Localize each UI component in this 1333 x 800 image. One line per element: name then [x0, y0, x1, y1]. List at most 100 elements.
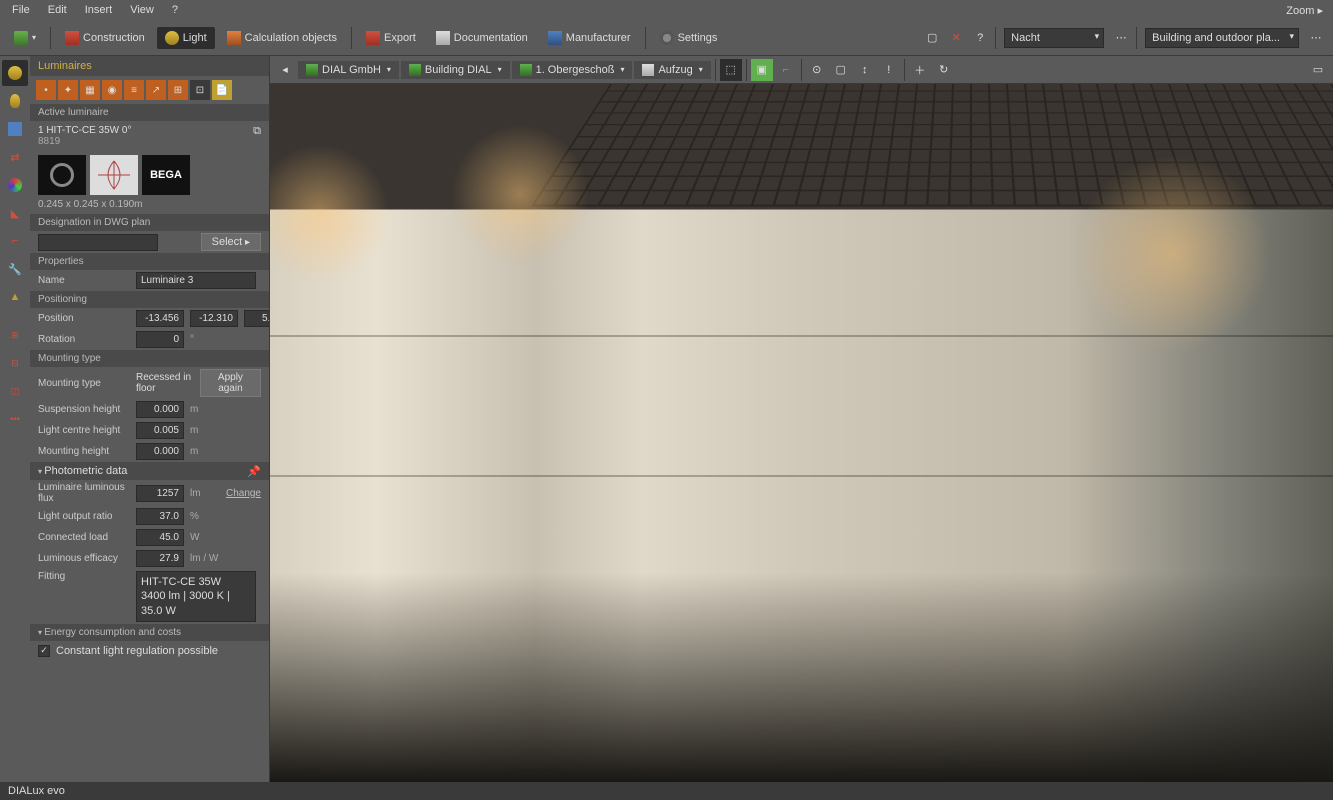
mount-h-label: Mounting height	[38, 446, 130, 457]
positioning-header: Positioning	[30, 291, 269, 308]
view-mode-1[interactable]: ▣	[751, 59, 773, 81]
pos-z-input[interactable]	[244, 310, 269, 327]
rail-lamp[interactable]	[2, 88, 28, 114]
scope-dropdown[interactable]: Building and outdoor pla...	[1145, 28, 1299, 48]
rail-room[interactable]: ⌐	[2, 228, 28, 254]
menu-help[interactable]: ?	[164, 2, 186, 18]
vp-tool-3[interactable]: ↕	[854, 59, 876, 81]
light-icon	[165, 31, 179, 45]
thumb-ldc[interactable]	[90, 155, 138, 195]
active-luminaire-header: Active luminaire	[30, 104, 269, 121]
lt-3[interactable]: ▦	[80, 80, 100, 100]
tab-construction[interactable]: Construction	[57, 27, 153, 49]
tab-calculation[interactable]: Calculation objects	[219, 27, 345, 49]
rail-t2[interactable]: ⊟	[2, 350, 28, 376]
rail-t4[interactable]: •••	[2, 406, 28, 432]
change-link[interactable]: Change	[226, 488, 261, 499]
lt-4[interactable]: ◉	[102, 80, 122, 100]
rail-swap[interactable]: ⇄	[2, 144, 28, 170]
designation-select-button[interactable]: Select ▸	[201, 233, 261, 251]
panel-title: Luminaires	[30, 56, 269, 76]
suspension-input[interactable]	[136, 401, 184, 418]
pos-x-input[interactable]	[136, 310, 184, 327]
menu-edit[interactable]: Edit	[40, 2, 75, 18]
mount-h-input[interactable]	[136, 443, 184, 460]
tab-manufacturer[interactable]: Manufacturer	[540, 27, 639, 49]
pin-icon[interactable]: 📌	[247, 465, 261, 478]
menu-insert[interactable]: Insert	[77, 2, 121, 18]
apply-again-button[interactable]: Apply again	[200, 369, 261, 397]
photometric-header[interactable]: Photometric data 📌	[30, 462, 269, 480]
nav-back[interactable]: ◂	[274, 59, 296, 81]
load-input[interactable]	[136, 529, 184, 546]
energy-header[interactable]: Energy consumption and costs	[30, 624, 269, 641]
tab-documentation[interactable]: Documentation	[428, 27, 536, 49]
zoom-menu[interactable]: Zoom ▸	[1286, 4, 1329, 17]
viewport-wrap: ◂ DIAL GmbH Building DIAL 1. Obergeschoß…	[270, 56, 1333, 782]
view-3d[interactable]: ⬚	[720, 59, 742, 81]
menu-file[interactable]: File	[4, 2, 38, 18]
pos-y-input[interactable]	[190, 310, 238, 327]
viewport-3d[interactable]	[270, 84, 1333, 782]
bulb-icon	[8, 66, 22, 80]
view-mode-2[interactable]: ⌐	[775, 59, 797, 81]
crumb-room[interactable]: Aufzug	[634, 61, 710, 79]
centre-label: Light centre height	[38, 425, 130, 436]
tab-settings[interactable]: Settings	[652, 27, 726, 49]
fitting-dropdown[interactable]: HIT-TC-CE 35W 3400 lm | 3000 K | 35.0 W	[136, 571, 256, 622]
tool-b[interactable]: ?	[969, 27, 991, 49]
vp-tool-4[interactable]: !	[878, 59, 900, 81]
tool-a[interactable]: ▢	[921, 27, 943, 49]
name-input[interactable]	[136, 272, 256, 289]
save-button[interactable]: ▾	[6, 27, 44, 49]
lt-9[interactable]: 📄	[212, 80, 232, 100]
rail-palette[interactable]	[2, 172, 28, 198]
ratio-input[interactable]	[136, 508, 184, 525]
vp-fullscreen[interactable]: ▭	[1307, 59, 1329, 81]
scene-dropdown[interactable]: Nacht	[1004, 28, 1104, 48]
tool-close[interactable]: ✕	[945, 27, 967, 49]
vp-tool-2[interactable]: ▢	[830, 59, 852, 81]
luminaire-thumbs: BEGA	[30, 151, 269, 199]
rail-luminaire[interactable]	[2, 60, 28, 86]
scope-extra[interactable]: ⋯	[1305, 27, 1327, 49]
fitting-label: Fitting	[38, 571, 130, 582]
rail-t3[interactable]: ◫	[2, 378, 28, 404]
flux-input[interactable]	[136, 485, 184, 502]
vp-add[interactable]: ＋	[909, 59, 931, 81]
rail-t1[interactable]: ⊞	[2, 322, 28, 348]
rail-wrench[interactable]: 🔧	[2, 256, 28, 282]
crumb-site[interactable]: DIAL GmbH	[298, 61, 399, 79]
thumb-product[interactable]	[38, 155, 86, 195]
properties-header: Properties	[30, 253, 269, 270]
manufacturer-icon	[548, 31, 562, 45]
menu-view[interactable]: View	[122, 2, 162, 18]
vp-refresh[interactable]: ↻	[933, 59, 955, 81]
vp-tool-1[interactable]: ⊙	[806, 59, 828, 81]
rotation-input[interactable]	[136, 331, 184, 348]
crumb-building[interactable]: Building DIAL	[401, 61, 510, 79]
rail-chart[interactable]: ◣	[2, 200, 28, 226]
main-toolbar: ▾ Construction Light Calculation objects…	[0, 20, 1333, 56]
lt-2[interactable]: ✦	[58, 80, 78, 100]
storey-icon	[520, 64, 532, 76]
lt-5[interactable]: ≡	[124, 80, 144, 100]
centre-input[interactable]	[136, 422, 184, 439]
lt-1[interactable]: •	[36, 80, 56, 100]
mounting-type-value: Recessed in floor	[136, 372, 194, 394]
copy-icon[interactable]: ⧉	[253, 125, 261, 138]
efficacy-input[interactable]	[136, 550, 184, 567]
rail-filter[interactable]	[2, 116, 28, 142]
lt-8[interactable]: ⊡	[190, 80, 210, 100]
thumb-brand[interactable]: BEGA	[142, 155, 190, 195]
constant-light-checkbox[interactable]: ✓	[38, 645, 50, 657]
suspension-label: Suspension height	[38, 404, 130, 415]
scene-extra[interactable]: ⋯	[1110, 27, 1132, 49]
rail-energy[interactable]: ▲	[2, 284, 28, 310]
lt-6[interactable]: ↗	[146, 80, 166, 100]
designation-input[interactable]	[38, 234, 158, 251]
tab-light[interactable]: Light	[157, 27, 215, 49]
lt-7[interactable]: ⊞	[168, 80, 188, 100]
tab-export[interactable]: Export	[358, 27, 424, 49]
crumb-storey[interactable]: 1. Obergeschoß	[512, 61, 633, 79]
